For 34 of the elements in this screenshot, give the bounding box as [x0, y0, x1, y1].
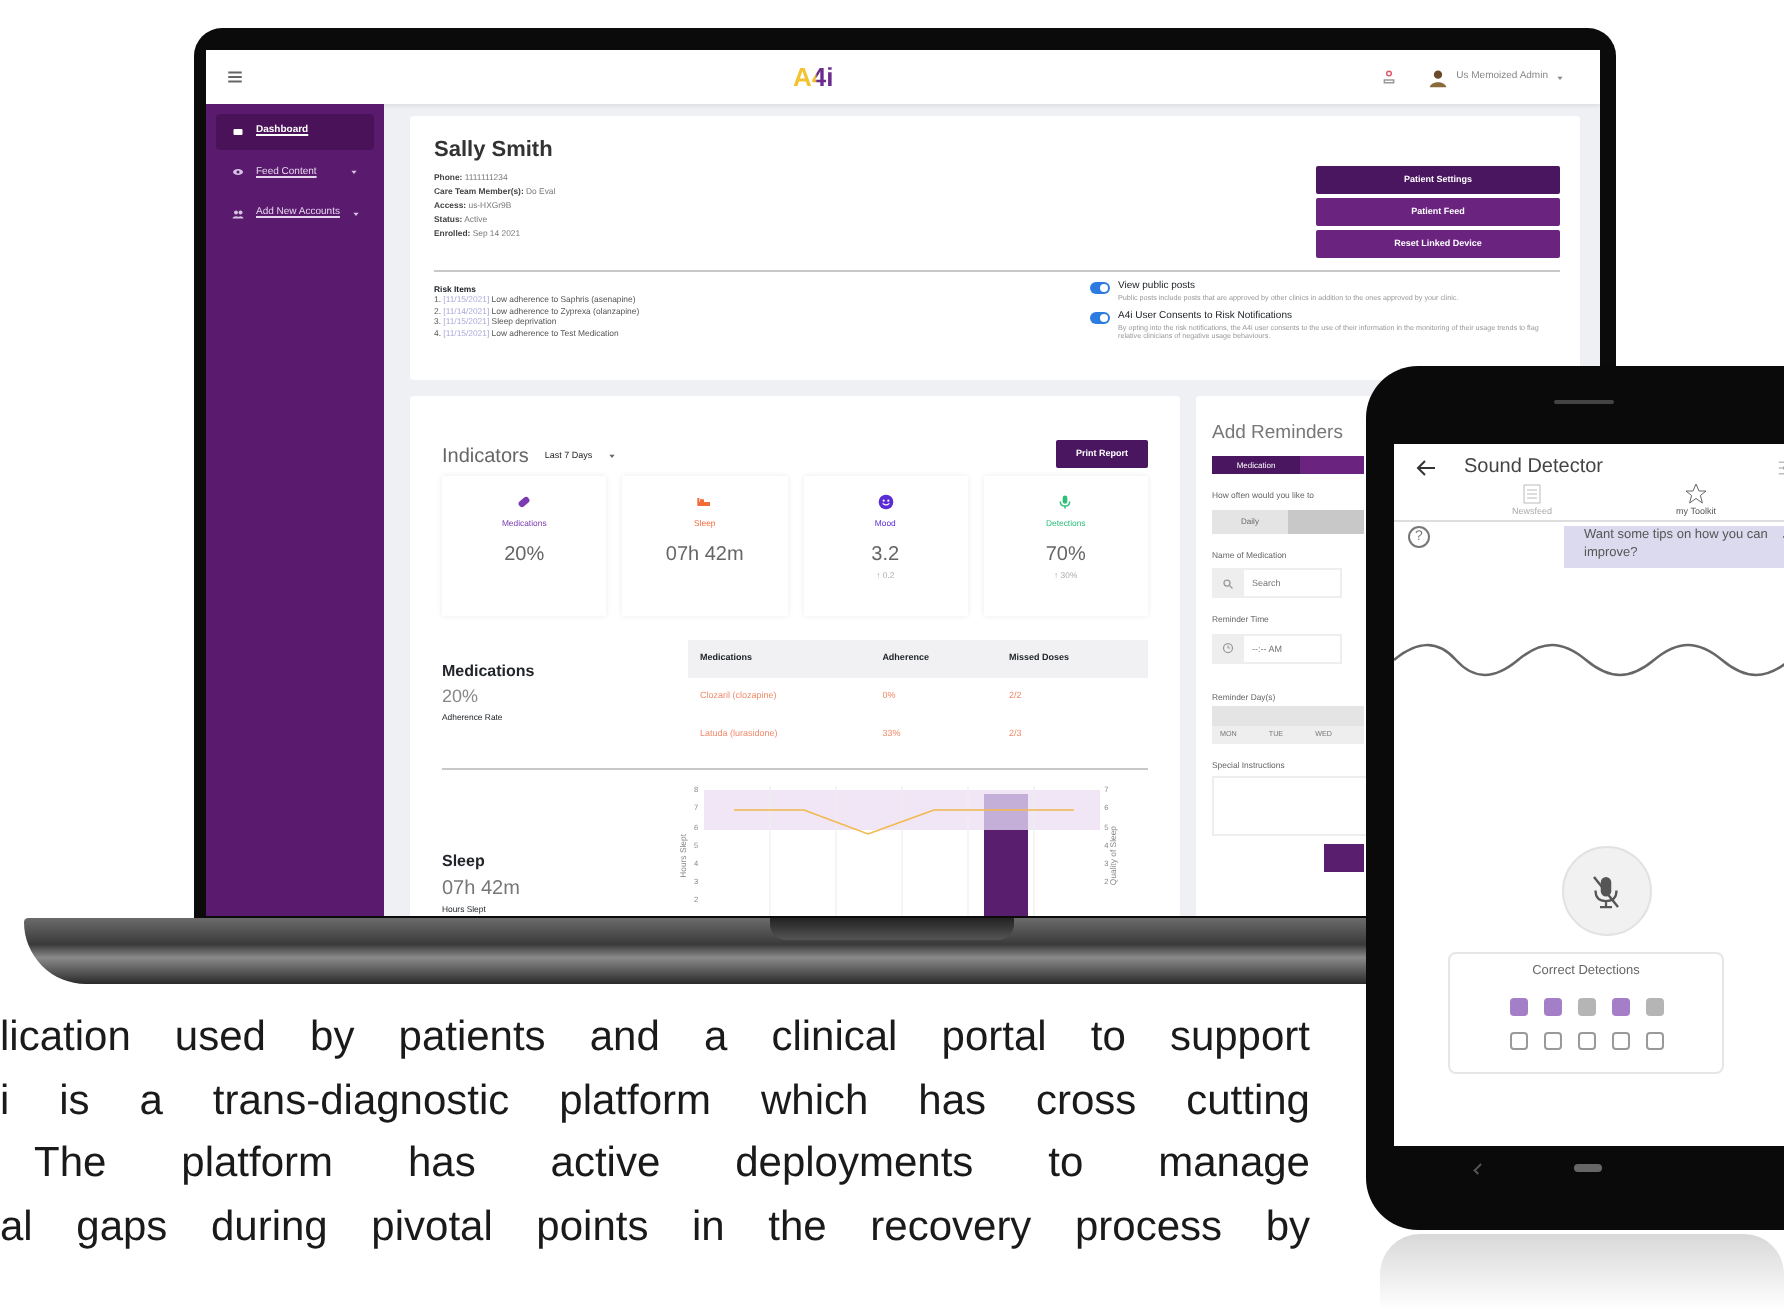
menu-icon[interactable] [226, 68, 244, 86]
description-text: i is a trans-diagnostic platform which has cross cutting [0, 1075, 1310, 1127]
people-icon [232, 207, 244, 220]
sleep-heading: Sleep [442, 850, 487, 875]
caret-icon [1556, 73, 1564, 81]
list-icon [1520, 482, 1544, 506]
indicators-heading: Indicators [442, 443, 529, 471]
screen-title: Sound Detector [1464, 454, 1605, 482]
back-nav-icon[interactable] [1473, 1163, 1485, 1175]
indicator-value: 07h 42m [665, 542, 744, 571]
description-text: lication used by patients and a clinical portal to support [0, 1012, 1310, 1064]
indicator-value: 3.2 [871, 542, 900, 571]
home-nav-icon[interactable] [1574, 1164, 1602, 1172]
indicator-value: 70% [1045, 542, 1086, 571]
star-icon [1684, 482, 1708, 506]
submit-button[interactable] [1324, 843, 1364, 872]
reminder-tab[interactable] [1300, 456, 1364, 475]
reminders-heading: Add Reminders [1212, 420, 1345, 448]
person-icon [1382, 68, 1397, 86]
medications-value: 20% [442, 684, 481, 710]
indicator-value: 20% [504, 542, 545, 571]
back-arrow-icon[interactable] [1414, 455, 1438, 479]
medications-heading: Medications [442, 660, 537, 684]
avatar-icon [1428, 67, 1449, 87]
instructions-field[interactable] [1212, 775, 1372, 836]
toggle-switch[interactable] [1090, 312, 1110, 325]
patient-name: Sally Smith [434, 136, 555, 166]
description-text: al gaps during pivotal points in the recovery process by [0, 1201, 1310, 1253]
description-text: The platform has active deployments to manage [32, 1138, 1310, 1190]
clock-icon [1221, 642, 1233, 655]
sleep-value: 07h 42m [442, 876, 522, 905]
toggle-switch[interactable] [1090, 282, 1110, 294]
search-icon [1221, 577, 1233, 590]
eye-icon [232, 166, 244, 179]
